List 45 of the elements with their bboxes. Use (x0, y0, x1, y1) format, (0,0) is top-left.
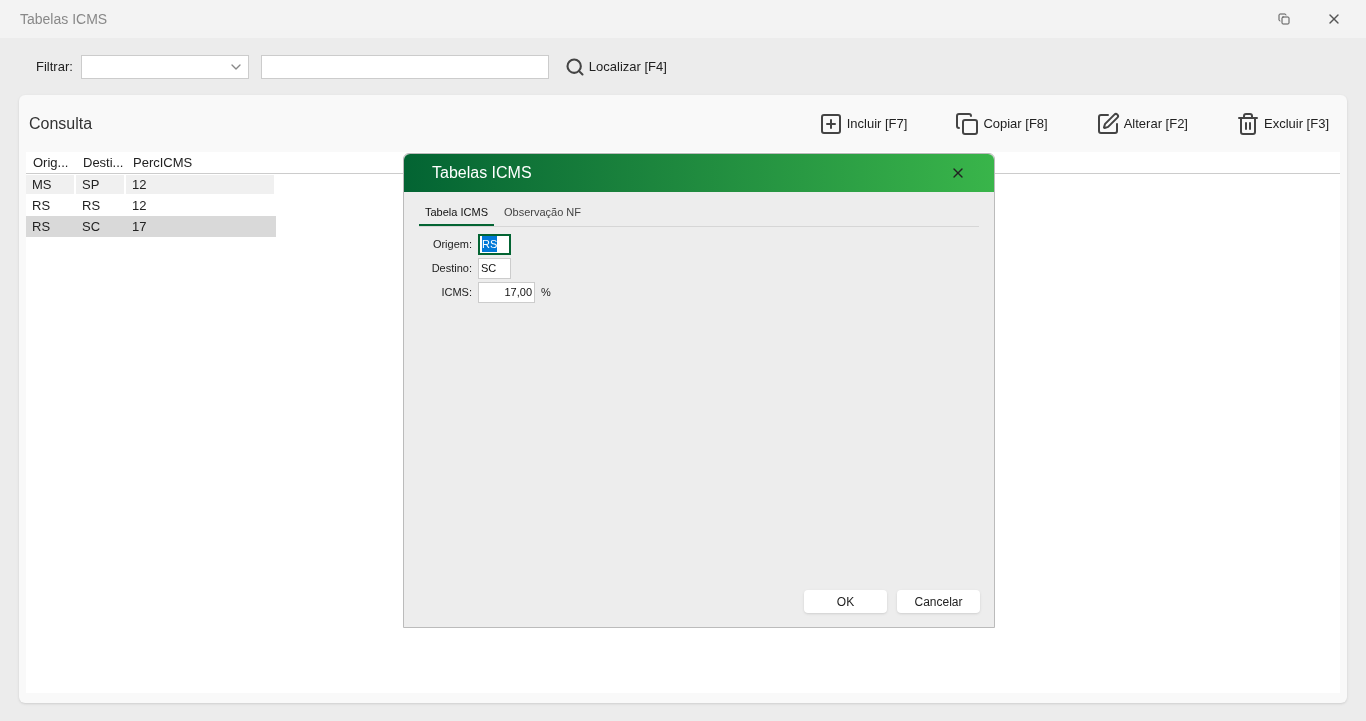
text-field[interactable]: 17,00 (478, 281, 535, 303)
column-header: Desti... (82, 153, 125, 172)
column-header: Orig... (32, 153, 70, 172)
text-field[interactable]: SC (478, 257, 511, 279)
dialog-tab[interactable]: Tabela ICMS (419, 204, 494, 226)
table-cell-text: RS (31, 196, 52, 215)
table-cell: MS (26, 175, 74, 194)
table-cell-text: 17 (131, 217, 148, 236)
dialog-title: Tabelas ICMS (432, 163, 533, 183)
dialog-tab[interactable]: Observação NF (498, 204, 587, 226)
unit-label: % (541, 284, 551, 300)
window-title: Tabelas ICMS (20, 9, 109, 29)
search-input[interactable] (260, 54, 549, 79)
dialog-button[interactable]: OK (804, 590, 887, 613)
plus-square-icon (818, 111, 843, 136)
table-cell-text: SC (81, 217, 102, 236)
table-cell-text: RS (31, 217, 52, 236)
search-icon (564, 56, 585, 77)
pencil-square-icon (1095, 111, 1120, 136)
field-value: SC (481, 260, 497, 276)
field-value: RS (482, 235, 498, 253)
table-cell: 12 (126, 175, 274, 194)
text-field[interactable]: RS (478, 233, 511, 255)
toolbar-button[interactable]: Copiar [F8] (955, 111, 1048, 136)
table-cell: SP (76, 175, 124, 194)
search-button[interactable]: Localizar [F4] (564, 56, 667, 77)
toolbar-button[interactable]: Alterar [F2] (1095, 111, 1188, 136)
restore-icon[interactable] (1278, 13, 1290, 25)
field-value: 17,00 (504, 284, 532, 300)
table-row[interactable]: MS SP 12 (26, 174, 276, 195)
field-label: Origem: (431, 236, 472, 252)
toolbar-button[interactable]: Incluir [F7] (818, 111, 908, 136)
column-header: PercICMS (132, 153, 194, 172)
field-label: Destino: (430, 260, 472, 276)
table-row[interactable]: RS SC 17 (26, 216, 276, 237)
toolbar-button[interactable]: Excluir [F3] (1236, 111, 1329, 136)
table-cell-text: 12 (131, 196, 148, 215)
filter-label: Filtrar: (36, 57, 73, 76)
copy-icon (955, 111, 980, 136)
table-row[interactable]: RS RS 12 (26, 195, 276, 216)
panel-title: Consulta (29, 113, 94, 134)
field-label: ICMS: (440, 284, 472, 300)
dialog-button[interactable]: Cancelar (897, 590, 980, 613)
trash-icon (1236, 111, 1260, 136)
table-cell-text: RS (81, 196, 102, 215)
